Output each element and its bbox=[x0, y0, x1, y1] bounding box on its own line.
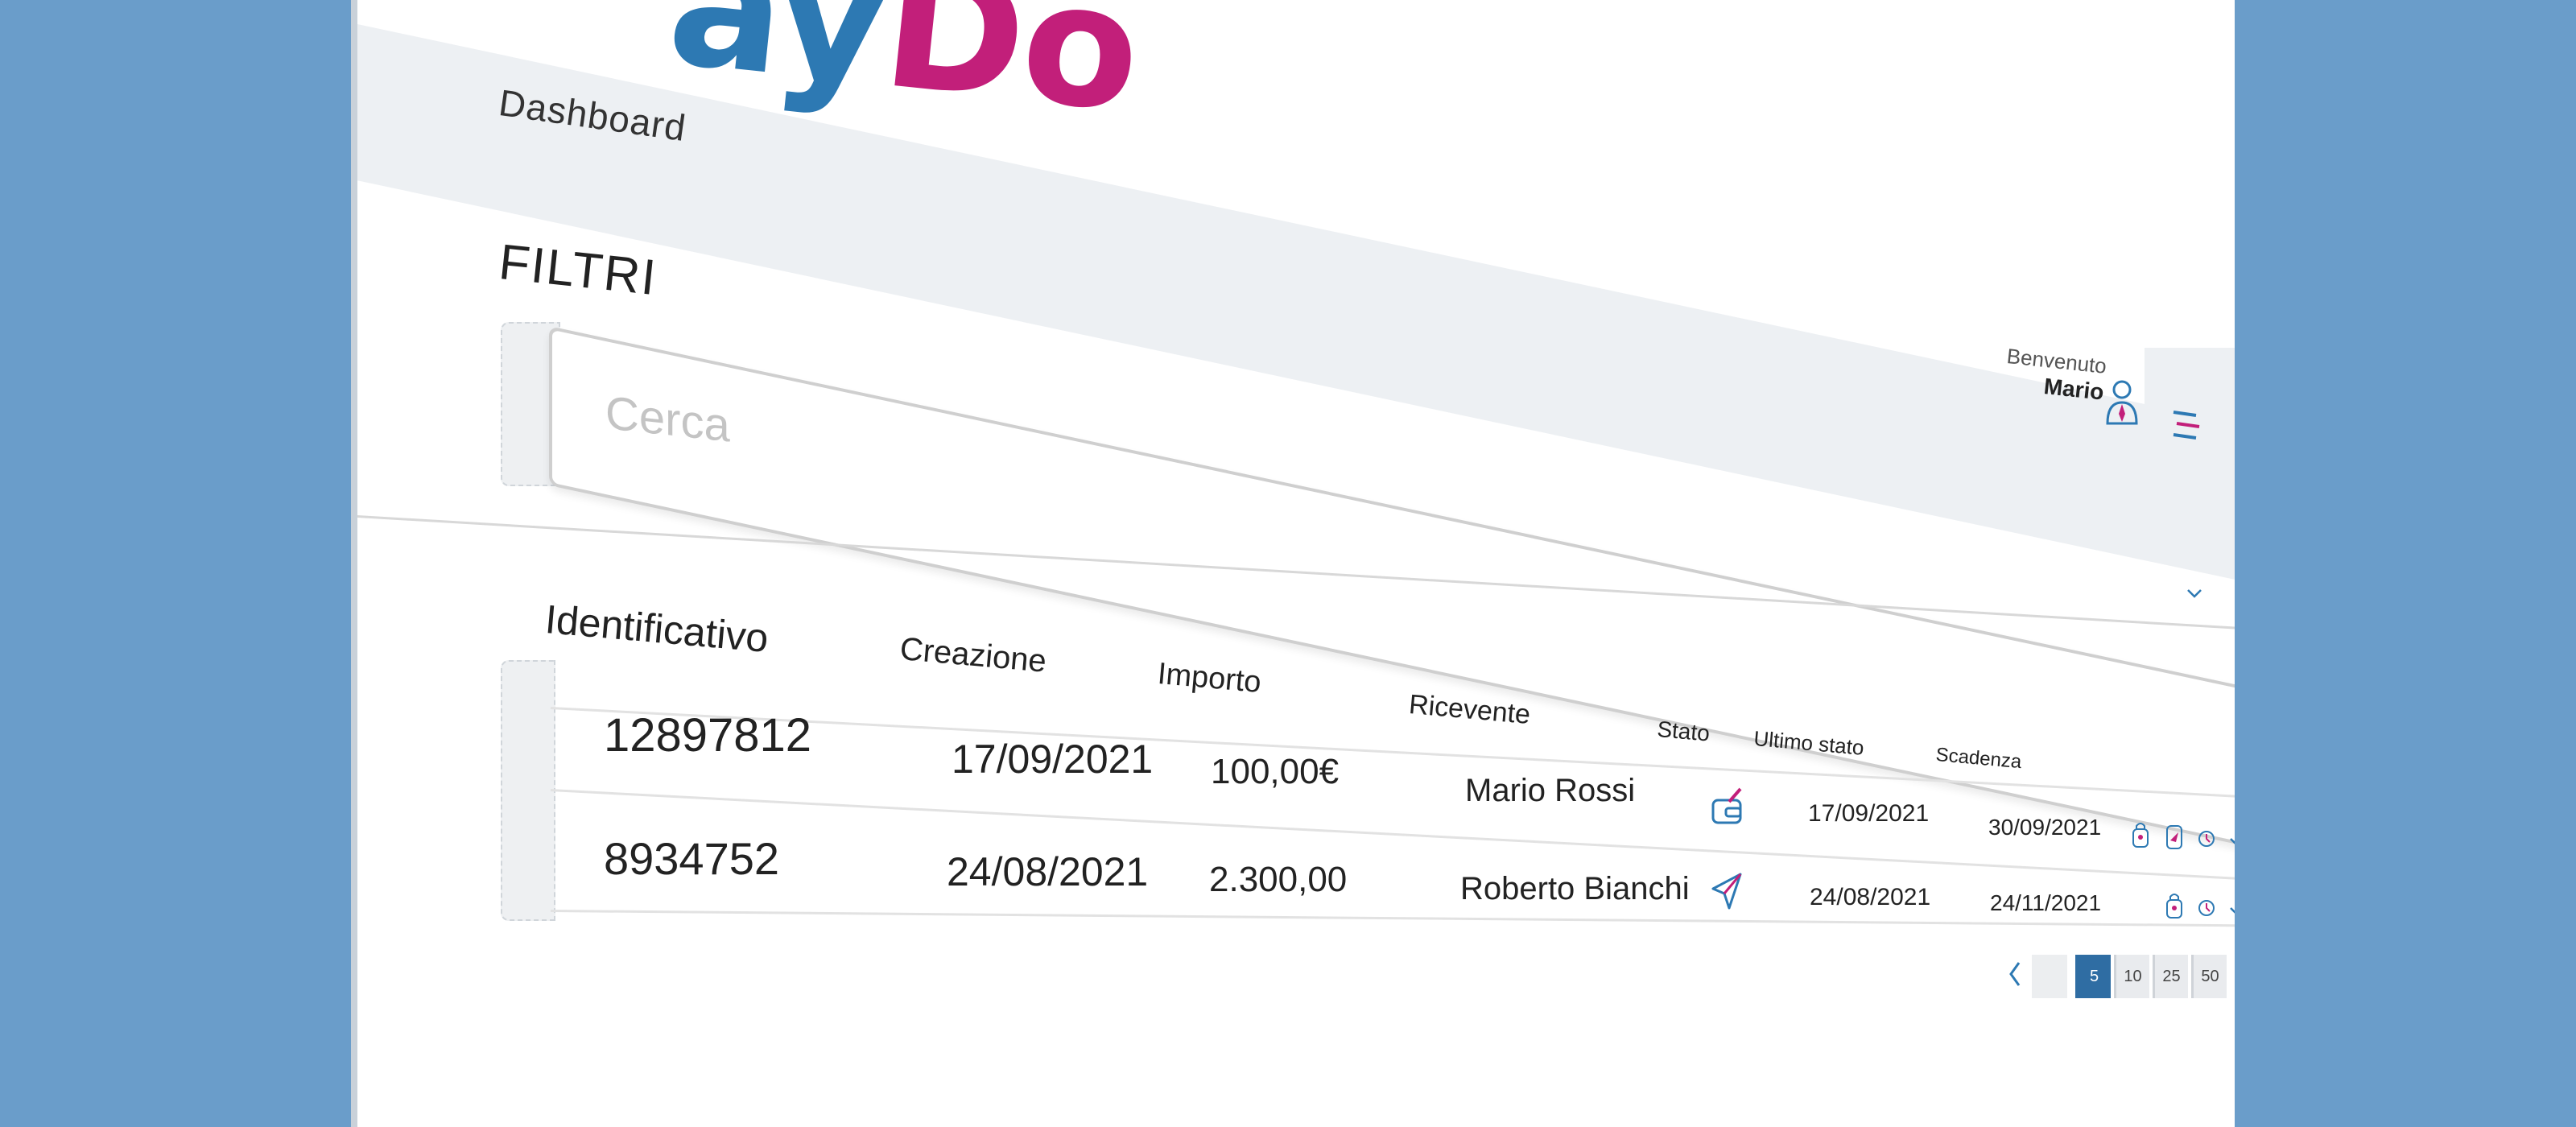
cell-created: 17/09/2021 bbox=[952, 737, 1154, 782]
header-importo[interactable]: Importo bbox=[1156, 657, 1262, 700]
cell-amount: 100,00€ bbox=[1211, 752, 1340, 791]
cell-id: 8934752 bbox=[604, 833, 780, 884]
header-ricevente[interactable]: Ricevente bbox=[1408, 689, 1532, 731]
row-expand-chevron-icon[interactable] bbox=[2228, 834, 2235, 850]
header-creazione[interactable]: Creazione bbox=[898, 631, 1047, 680]
pagination-page-indicator bbox=[2032, 955, 2067, 998]
cell-due: 30/09/2021 bbox=[1988, 815, 2102, 840]
page-size-10[interactable]: 10 bbox=[2114, 955, 2149, 998]
page-size-5[interactable]: 5 bbox=[2075, 955, 2111, 998]
user-icon[interactable] bbox=[2104, 378, 2140, 425]
header-identificativo[interactable]: Identificativo bbox=[543, 596, 770, 662]
header-stato[interactable]: Stato bbox=[1656, 716, 1711, 747]
pagination-prev-icon[interactable] bbox=[2006, 960, 2024, 989]
lock-icon[interactable] bbox=[2165, 892, 2183, 919]
chevron-down-icon[interactable] bbox=[2185, 584, 2204, 603]
row-expand-chevron-icon[interactable] bbox=[2228, 903, 2235, 919]
user-greeting: Benvenuto Mario bbox=[2003, 344, 2108, 406]
reset-icon[interactable] bbox=[2198, 894, 2215, 921]
filters-title: FILTRI bbox=[496, 233, 660, 307]
row-divider bbox=[550, 789, 2235, 881]
cell-due: 24/11/2021 bbox=[1990, 890, 2102, 915]
lock-icon[interactable] bbox=[2132, 821, 2149, 848]
cell-last-status: 24/08/2021 bbox=[1810, 884, 1931, 910]
page-size-50[interactable]: 50 bbox=[2191, 955, 2227, 998]
cell-recipient: Mario Rossi bbox=[1465, 773, 1636, 808]
app-window: ayDo Dashboard Benvenuto Mario FILTRI Id… bbox=[351, 0, 2235, 1127]
send-icon[interactable] bbox=[2165, 823, 2183, 850]
table-frame bbox=[501, 660, 555, 921]
cell-recipient: Roberto Bianchi bbox=[1460, 871, 1690, 906]
page-size-25[interactable]: 25 bbox=[2153, 955, 2188, 998]
cell-created: 24/08/2021 bbox=[947, 849, 1149, 894]
cell-last-status: 17/09/2021 bbox=[1808, 800, 1930, 827]
cell-amount: 2.300,00 bbox=[1209, 860, 1348, 899]
wallet-edit-icon bbox=[1711, 787, 1742, 824]
hamburger-menu-icon[interactable] bbox=[2169, 402, 2204, 448]
reset-icon[interactable] bbox=[2198, 824, 2215, 852]
cell-id: 12897812 bbox=[604, 709, 812, 762]
row-divider bbox=[550, 910, 2235, 927]
paper-plane-icon bbox=[1711, 873, 1742, 910]
